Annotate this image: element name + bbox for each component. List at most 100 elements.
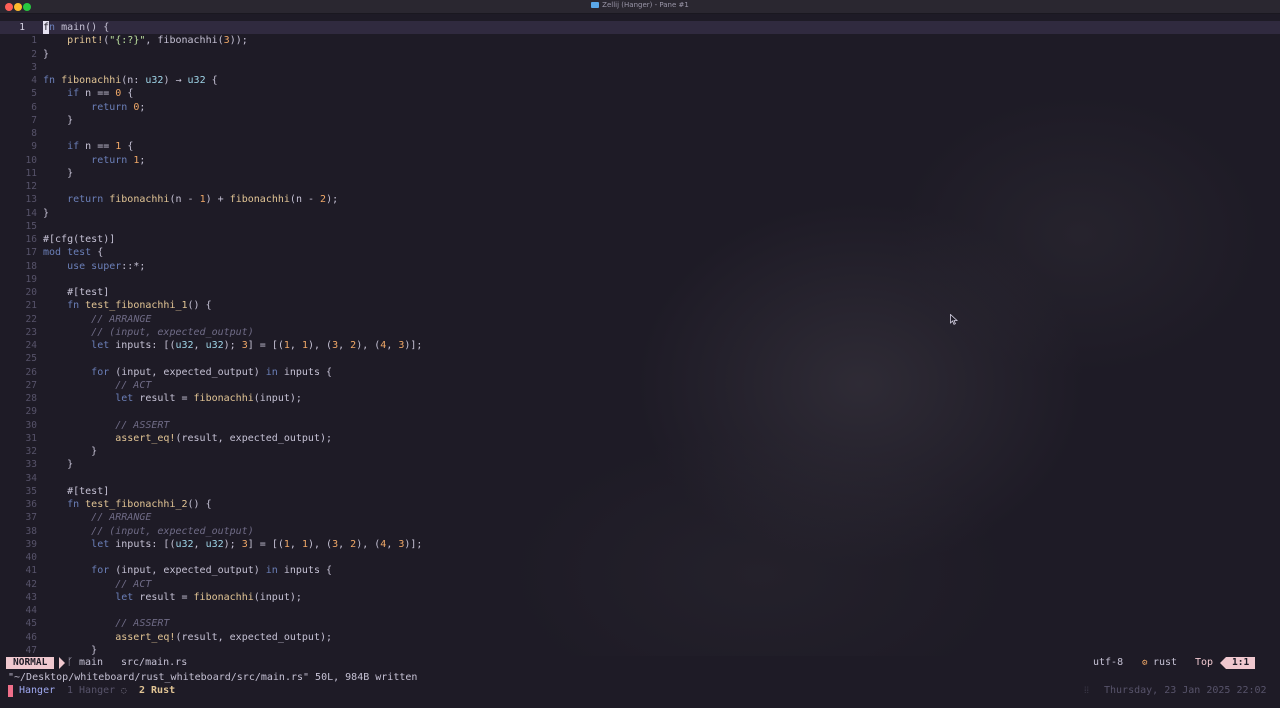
code-token: ] = [(	[247, 340, 284, 351]
folder-icon	[591, 2, 600, 8]
code-line[interactable]: 30 // ASSERT	[0, 419, 1280, 432]
line-number: 35	[25, 485, 37, 497]
code-line[interactable]: 9 if n == 1 {	[0, 140, 1280, 153]
code-token: , fibonachhi(	[145, 35, 224, 47]
code-text: if n == 0 {	[43, 87, 133, 100]
code-line[interactable]: 15	[0, 220, 1280, 233]
code-token: #[test]	[67, 287, 110, 298]
code-line[interactable]: 4 fn fibonachhi(n: u32) → u32 {	[0, 74, 1280, 87]
code-line[interactable]: 36 fn test_fibonachhi_2() {	[0, 498, 1280, 511]
code-line[interactable]: 39 let inputs: [(u32, u32); 3] = [(1, 1)…	[0, 538, 1280, 551]
code-line[interactable]: 44	[0, 604, 1280, 617]
line-number: 38	[25, 525, 37, 537]
code-line[interactable]: 11 }	[0, 167, 1280, 180]
code-line[interactable]: 26 for (input, expected_output) in input…	[0, 366, 1280, 379]
code-editor[interactable]: 1 fn main() {1 print!("{:?}", fibonachhi(…	[0, 14, 1280, 656]
code-line[interactable]: 8	[0, 127, 1280, 140]
code-line[interactable]: 43 let result = fibonachhi(input);	[0, 591, 1280, 604]
code-line[interactable]: 46 assert_eq!(result, expected_output);	[0, 631, 1280, 644]
code-line[interactable]: 33 }	[0, 458, 1280, 471]
code-line[interactable]: 35 #[test]	[0, 485, 1280, 498]
code-line[interactable]: 22 // ARRANGE	[0, 313, 1280, 326]
code-token: u32	[187, 75, 206, 86]
code-line[interactable]: 31 assert_eq!(result, expected_output);	[0, 432, 1280, 445]
code-text: let result = fibonachhi(input);	[43, 591, 302, 604]
code-line[interactable]: 21 fn test_fibonachhi_1() {	[0, 299, 1280, 312]
code-token: ,	[289, 538, 302, 550]
code-token: print!	[67, 35, 104, 47]
line-number: 1	[19, 22, 25, 33]
code-line[interactable]: 12	[0, 180, 1280, 193]
code-line[interactable]: 19	[0, 273, 1280, 286]
code-line[interactable]: 20 #[test]	[0, 286, 1280, 299]
code-token: "{:?}"	[109, 35, 146, 47]
code-line[interactable]: 28 let result = fibonachhi(input);	[0, 392, 1280, 405]
code-line[interactable]: 1 fn main() {	[0, 21, 1280, 35]
code-line[interactable]: 37 // ARRANGE	[0, 511, 1280, 524]
line-number: 32	[25, 446, 37, 457]
line-number: 19	[25, 273, 37, 285]
code-line[interactable]: 34	[0, 472, 1280, 485]
grip-icon: ⁞⁞	[1084, 686, 1090, 696]
line-number: 11	[25, 167, 37, 179]
line-number: 5	[31, 88, 37, 100]
code-line[interactable]: 27 // ACT	[0, 379, 1280, 392]
code-text: }	[43, 167, 73, 180]
file-encoding: utf-8	[1093, 657, 1124, 668]
code-line[interactable]: 41 for (input, expected_output) in input…	[0, 564, 1280, 577]
code-line[interactable]: 32 }	[0, 445, 1280, 458]
code-line[interactable]: 38 // (input, expected_output)	[0, 525, 1280, 538]
zellij-tab-2[interactable]: 2 Rust	[139, 684, 175, 698]
code-text: assert_eq!(result, expected_output);	[43, 631, 332, 644]
code-line[interactable]: 47 }	[0, 644, 1280, 656]
code-line[interactable]: 14}	[0, 207, 1280, 220]
zellij-tab-1[interactable]: 1 Hanger	[67, 684, 115, 698]
line-number: 37	[25, 512, 37, 524]
code-line[interactable]: 5 if n == 0 {	[0, 87, 1280, 100]
code-token: fibonachhi	[193, 591, 254, 603]
code-token: u32	[205, 340, 224, 351]
code-line[interactable]: 7 }	[0, 114, 1280, 127]
code-token: }	[43, 446, 98, 457]
line-number: 40	[25, 552, 37, 563]
code-line[interactable]: 25	[0, 352, 1280, 365]
line-number: 39	[25, 538, 37, 550]
code-line[interactable]: 40	[0, 551, 1280, 564]
code-line[interactable]: 13 return fibonachhi(n - 1) + fibonachhi…	[0, 193, 1280, 206]
code-token: (n -	[289, 194, 321, 206]
window-title: Zellij (Hanger) - Pane #1	[0, 1, 1280, 9]
code-token: () {	[187, 300, 212, 312]
code-line[interactable]: 10 return 1;	[0, 154, 1280, 167]
code-line[interactable]: 42 // ACT	[0, 578, 1280, 591]
code-line[interactable]: 1 print!("{:?}", fibonachhi(3));	[0, 34, 1280, 47]
code-line[interactable]: 2}	[0, 48, 1280, 61]
code-token: test_fibonachhi_2	[85, 499, 188, 510]
code-token: ;	[139, 154, 146, 166]
code-token: assert_eq!	[115, 432, 176, 444]
code-token: }	[43, 459, 74, 471]
code-text: // (input, expected_output)	[43, 326, 254, 339]
code-line[interactable]: 29	[0, 405, 1280, 418]
code-text: }	[43, 458, 73, 471]
code-token: )];	[404, 538, 423, 550]
code-token: }	[43, 167, 74, 179]
code-line[interactable]: 23 // (input, expected_output)	[0, 326, 1280, 339]
line-number: 44	[25, 605, 37, 616]
code-text: #[cfg(test)]	[43, 233, 115, 246]
code-token: fn	[43, 75, 62, 86]
code-token: (input);	[253, 591, 302, 603]
code-line[interactable]: 24 let inputs: [(u32, u32); 3] = [(1, 1)…	[0, 339, 1280, 352]
code-line[interactable]: 18 use super::*;	[0, 260, 1280, 273]
code-line[interactable]: 17 mod test {	[0, 246, 1280, 259]
line-number: 27	[25, 379, 37, 391]
code-line[interactable]: 3	[0, 61, 1280, 74]
scroll-position: Top	[1195, 657, 1214, 668]
code-line[interactable]: 16 #[cfg(test)]	[0, 233, 1280, 246]
code-line[interactable]: 45 // ASSERT	[0, 617, 1280, 630]
code-line[interactable]: 6 return 0;	[0, 101, 1280, 114]
code-token: use super	[67, 260, 122, 272]
